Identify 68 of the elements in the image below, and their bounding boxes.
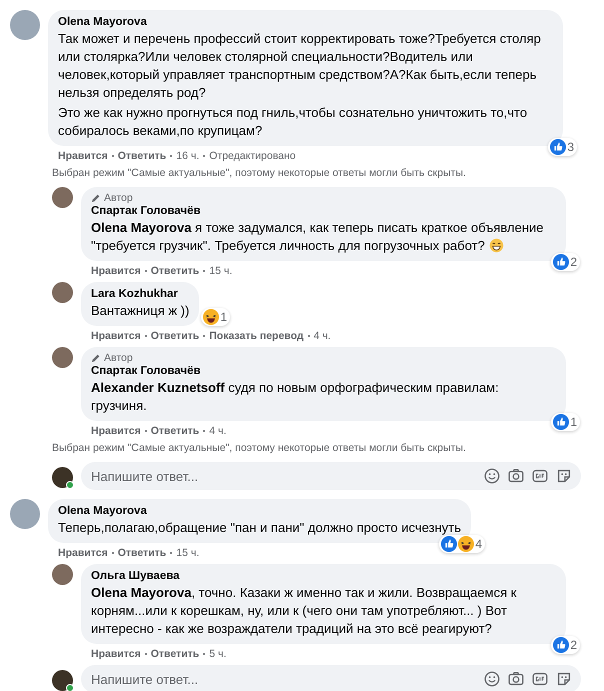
action-link[interactable]: Ответить — [150, 424, 200, 436]
sticker-icon[interactable] — [555, 467, 573, 485]
comment-meta: 15 ч. — [209, 264, 232, 276]
comment-meta: Отредактировано — [209, 150, 296, 162]
reaction-count[interactable]: 4 — [439, 535, 486, 553]
action-link[interactable]: Нравится — [58, 150, 108, 162]
author-name[interactable]: Спартак Головачёв — [91, 364, 556, 379]
comment-text: Вантажниця ж )) — [91, 302, 190, 320]
action-link[interactable]: Нравится — [58, 546, 108, 558]
comment-text: Теперь,полагаю,обращение "пан и пани" должно просто исчезнуть — [58, 519, 462, 537]
reply-input[interactable]: Напишите ответ... — [81, 665, 581, 691]
sticker-icon[interactable] — [555, 670, 573, 688]
like-icon — [553, 254, 570, 270]
reaction-count[interactable]: 1 — [551, 413, 580, 431]
smiley-icon[interactable] — [483, 670, 501, 688]
comment-text: Alexander Kuznetsoff судя по новым орфографическим правилам: грузчиня. — [91, 379, 500, 415]
author-label: Автор — [104, 192, 133, 204]
action-link[interactable]: Ответить — [118, 546, 166, 558]
like-icon — [553, 414, 570, 430]
action-link[interactable]: Ответить — [150, 648, 200, 660]
comment-meta: 5 ч. — [209, 648, 226, 660]
comment-meta: 4 ч. — [209, 424, 226, 436]
comment-text: Это же как нужно прогнуться под гниль,чтобы сознательно уничтожить то,что собиралось веками,по крупицам? — [58, 104, 528, 140]
reaction-count[interactable]: 1 — [201, 308, 230, 326]
like-icon — [441, 536, 458, 552]
action-link[interactable]: Нравится — [91, 264, 141, 276]
action-link[interactable]: Ответить — [150, 264, 200, 276]
avatar[interactable] — [52, 282, 73, 303]
gif-icon[interactable] — [531, 467, 549, 485]
hidden-replies-notice: Выбран режим "Самые актуальные", поэтому некоторые ответы могли быть скрыты. — [51, 167, 467, 179]
action-link[interactable]: Нравится — [91, 424, 141, 436]
author-label: Автор — [104, 352, 133, 364]
reply-input[interactable]: Напишите ответ... — [81, 462, 581, 490]
laughing-emoji-icon — [458, 536, 474, 552]
avatar[interactable] — [52, 564, 73, 585]
action-link[interactable]: Показать перевод — [209, 330, 304, 342]
like-icon — [553, 637, 570, 653]
like-icon — [550, 139, 566, 155]
reaction-count[interactable]: 2 — [551, 253, 580, 271]
action-link[interactable]: Нравится — [91, 648, 141, 660]
online-dot — [66, 481, 74, 489]
author-name[interactable]: Olena Mayorova — [58, 15, 553, 30]
reaction-count[interactable]: 2 — [551, 636, 580, 654]
gif-icon[interactable] — [531, 670, 549, 688]
reaction-count[interactable]: 3 — [548, 138, 577, 156]
camera-icon[interactable] — [507, 467, 525, 485]
smiley-icon[interactable] — [483, 467, 501, 485]
comment-text: Olena Mayorova я тоже задумался, как теперь писать краткое объявление "требуется грузчик". Требуется личность для погрузочных работ? — [91, 219, 545, 255]
avatar[interactable] — [52, 347, 73, 368]
action-link[interactable]: Ответить — [118, 150, 166, 162]
comment-meta: 4 ч. — [314, 330, 331, 342]
action-link[interactable]: Нравится — [91, 330, 141, 342]
pencil-icon — [91, 353, 101, 363]
comment-text: Так может и перечень профессий стоит корректировать тоже?Требуется столяр или столярка?Или человек столярной специальности?Водитель или человек,который управляет транспортным средством?А?Как быть,если теперь нельзя определять род? — [58, 30, 542, 102]
comment-meta: 15 ч. — [176, 546, 200, 558]
grinning-emoji-icon — [488, 238, 504, 253]
hidden-replies-notice: Выбран режим "Самые актуальные", поэтому некоторые ответы могли быть скрыты. — [51, 442, 467, 454]
action-link[interactable]: Ответить — [150, 330, 200, 342]
author-name[interactable]: Ольга Шуваева — [91, 569, 556, 584]
pencil-icon — [91, 193, 101, 203]
author-name[interactable]: Спартак Головачёв — [91, 204, 556, 219]
comment-meta: 16 ч. — [176, 150, 200, 162]
comment-text: Olena Mayorova, точно. Казаки ж именно так и жили. Возвращаемся к корням...или к корешкам, ну, или к (чего они там употребляют... ) Вот интересно - как же возраждатели традиций на это всё реагируют? — [91, 584, 518, 638]
camera-icon[interactable] — [507, 670, 525, 688]
author-name[interactable]: Lara Kozhukhar — [91, 287, 190, 302]
author-name[interactable]: Olena Mayorova — [58, 504, 462, 519]
avatar[interactable] — [52, 187, 73, 208]
laughing-emoji-icon — [203, 309, 220, 325]
